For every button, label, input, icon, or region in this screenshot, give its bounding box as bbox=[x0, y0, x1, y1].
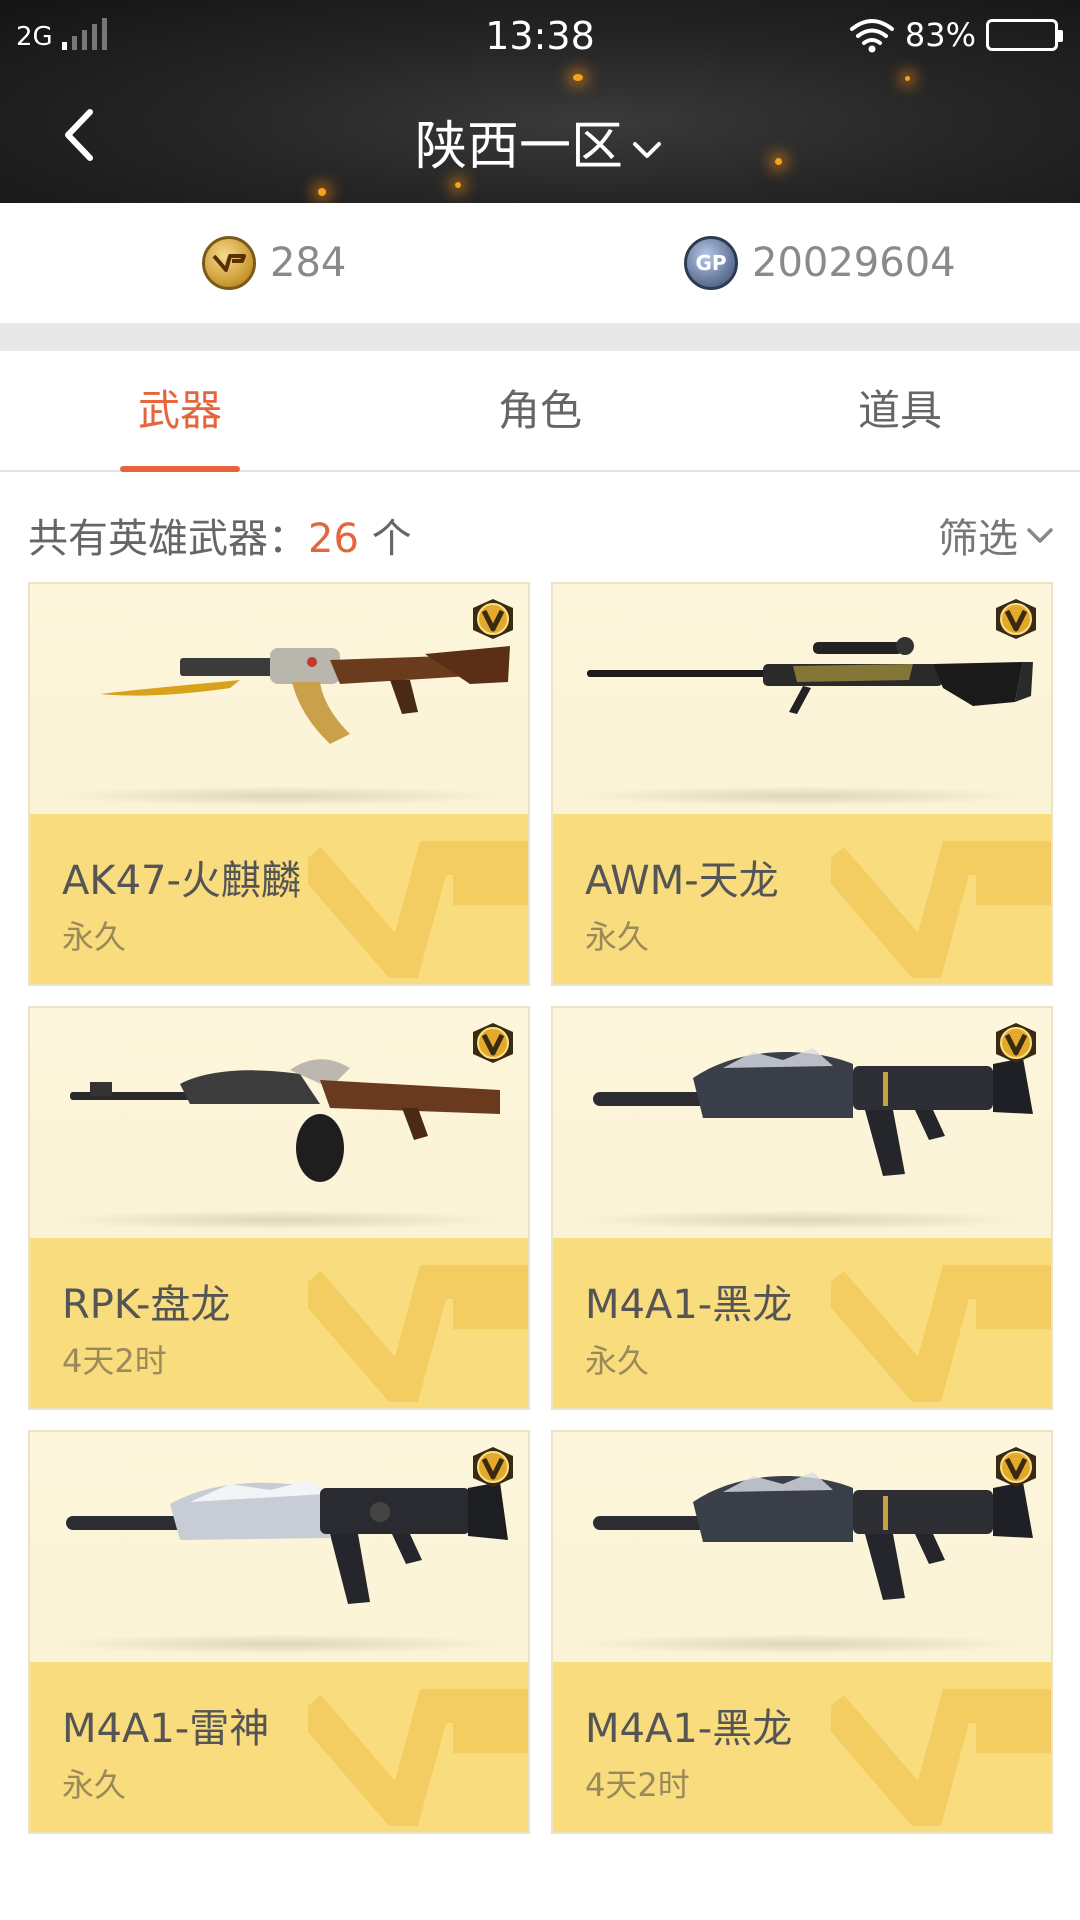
cf-logo-watermark bbox=[308, 1689, 528, 1826]
currency-bar: 284 GP 20029604 bbox=[0, 203, 1080, 323]
category-tabs: 武器 角色 道具 bbox=[0, 351, 1080, 472]
header-background: 2G 13:38 83% 陕西一区 bbox=[0, 0, 1080, 203]
weapon-name: RPK-盘龙 bbox=[62, 1282, 231, 1328]
weapon-image bbox=[553, 1008, 1051, 1238]
wifi-icon bbox=[849, 19, 894, 53]
weapon-card-1[interactable]: AK47-火麒麟 永久 bbox=[28, 582, 530, 986]
tab-items[interactable]: 道具 bbox=[720, 351, 1080, 470]
weapon-duration: 永久 bbox=[585, 1342, 650, 1380]
cf-coin-icon bbox=[202, 236, 256, 290]
app-header: 陕西一区 bbox=[0, 70, 1080, 203]
weapon-image bbox=[30, 1008, 528, 1238]
cf-points: 284 bbox=[202, 203, 346, 323]
region-title: 陕西一区 bbox=[414, 117, 623, 177]
cf-logo-watermark bbox=[831, 1689, 1051, 1826]
v-badge-icon bbox=[996, 1023, 1036, 1063]
weapon-info: AWM-天龙 永久 bbox=[553, 814, 1051, 984]
weapon-count: 26 bbox=[308, 516, 359, 562]
weapon-card-6[interactable]: M4A1-黑龙 4天2时 bbox=[551, 1430, 1053, 1834]
v-badge-icon bbox=[473, 599, 513, 639]
weapon-duration: 4天2时 bbox=[62, 1342, 167, 1380]
weapon-count-label: 共有英雄武器： bbox=[28, 516, 308, 562]
chevron-down-icon bbox=[633, 142, 661, 158]
weapon-name: AK47-火麒麟 bbox=[62, 858, 301, 904]
weapon-name: M4A1-黑龙 bbox=[585, 1706, 793, 1752]
weapon-duration: 4天2时 bbox=[585, 1766, 690, 1804]
weapon-info: M4A1-雷神 永久 bbox=[30, 1662, 528, 1832]
weapon-card-4[interactable]: M4A1-黑龙 永久 bbox=[551, 1006, 1053, 1410]
status-right: 83% bbox=[849, 16, 1063, 54]
status-bar: 2G 13:38 83% bbox=[0, 0, 1080, 70]
v-badge-icon bbox=[473, 1447, 513, 1487]
weapon-image bbox=[30, 584, 528, 814]
shadow-decoration bbox=[50, 786, 508, 806]
weapon-gun-image bbox=[587, 637, 1033, 714]
cf-points-value: 284 bbox=[270, 240, 347, 286]
weapon-summary: 共有英雄武器：26 个 筛选 bbox=[0, 472, 1080, 582]
weapon-info: RPK-盘龙 4天2时 bbox=[30, 1238, 528, 1408]
chevron-down-icon bbox=[1027, 528, 1053, 543]
weapon-card-3[interactable]: RPK-盘龙 4天2时 bbox=[28, 1006, 530, 1410]
weapon-info: M4A1-黑龙 永久 bbox=[553, 1238, 1051, 1408]
filter-label: 筛选 bbox=[938, 516, 1018, 562]
gp-coin-icon: GP bbox=[684, 236, 738, 290]
weapon-gun-image bbox=[70, 1059, 500, 1182]
shadow-decoration bbox=[573, 1634, 1031, 1654]
section-divider bbox=[0, 323, 1080, 351]
battery-percent: 83% bbox=[904, 16, 976, 54]
weapon-gun-image bbox=[66, 1480, 508, 1604]
weapon-duration: 永久 bbox=[585, 918, 650, 956]
gp-points: GP 20029604 bbox=[684, 203, 956, 323]
weapon-duration: 永久 bbox=[62, 1766, 127, 1804]
tab-weapons[interactable]: 武器 bbox=[0, 351, 360, 470]
weapon-name: M4A1-雷神 bbox=[62, 1706, 270, 1752]
shadow-decoration bbox=[573, 1210, 1031, 1230]
gp-value: 20029604 bbox=[752, 240, 956, 286]
v-badge-icon bbox=[996, 1447, 1036, 1487]
weapon-image bbox=[553, 1432, 1051, 1662]
cf-logo-watermark bbox=[308, 841, 528, 978]
tab-characters[interactable]: 角色 bbox=[360, 351, 720, 470]
shadow-decoration bbox=[573, 786, 1031, 806]
weapon-name: AWM-天龙 bbox=[585, 858, 779, 904]
filter-button[interactable]: 筛选 bbox=[938, 506, 1056, 564]
v-badge-icon bbox=[996, 599, 1036, 639]
battery-icon bbox=[986, 19, 1063, 51]
shadow-decoration bbox=[50, 1634, 508, 1654]
weapon-card-5[interactable]: M4A1-雷神 永久 bbox=[28, 1430, 530, 1834]
weapon-gun-image bbox=[593, 1048, 1033, 1176]
cf-logo-watermark bbox=[831, 1265, 1051, 1402]
weapon-image bbox=[30, 1432, 528, 1662]
weapon-duration: 永久 bbox=[62, 918, 127, 956]
region-selector[interactable]: 陕西一区 bbox=[0, 104, 1080, 179]
weapon-gun-image bbox=[100, 646, 510, 744]
weapon-info: AK47-火麒麟 永久 bbox=[30, 814, 528, 984]
weapon-card-2[interactable]: AWM-天龙 永久 bbox=[551, 582, 1053, 986]
weapon-name: M4A1-黑龙 bbox=[585, 1282, 793, 1328]
shadow-decoration bbox=[50, 1210, 508, 1230]
weapon-count-text: 共有英雄武器：26 个 bbox=[28, 506, 412, 564]
weapon-info: M4A1-黑龙 4天2时 bbox=[553, 1662, 1051, 1832]
v-badge-icon bbox=[473, 1023, 513, 1063]
weapon-count-unit: 个 bbox=[358, 516, 412, 562]
cf-logo-watermark bbox=[831, 841, 1051, 978]
weapon-image bbox=[553, 584, 1051, 814]
cf-logo-watermark bbox=[308, 1265, 528, 1402]
weapon-gun-image bbox=[593, 1472, 1033, 1600]
